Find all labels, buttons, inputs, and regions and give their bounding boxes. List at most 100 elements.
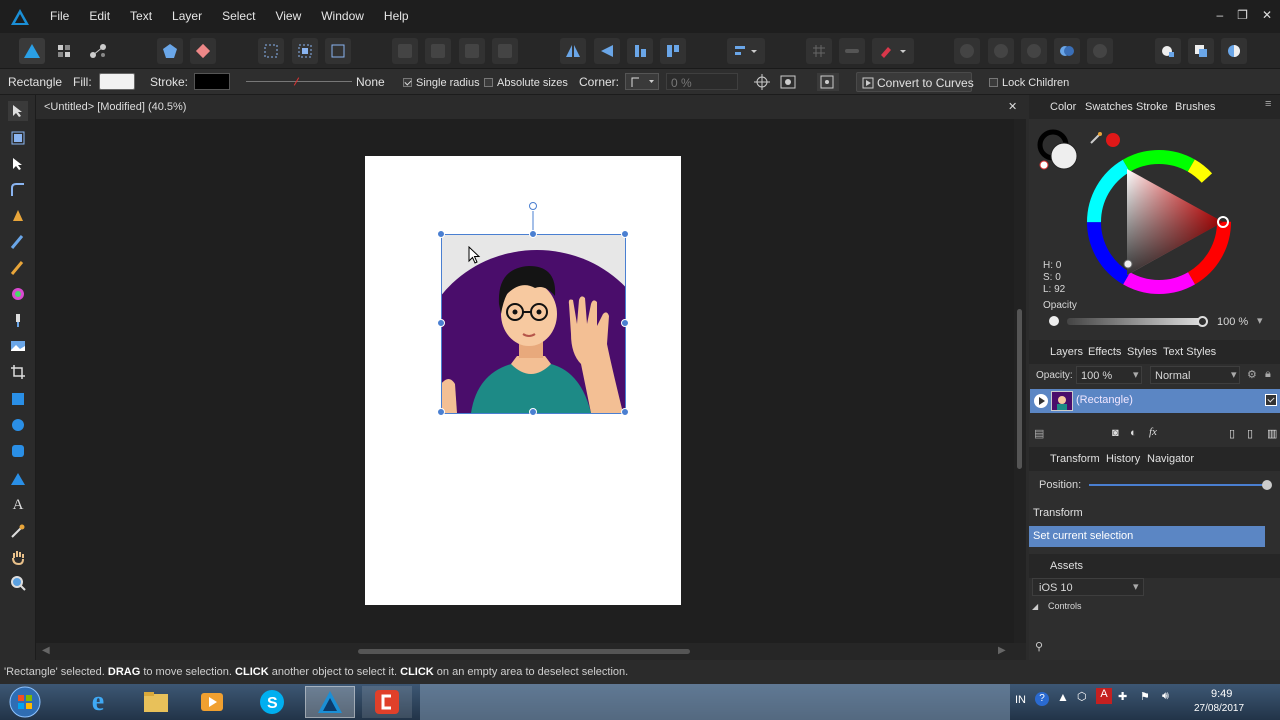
close-document-icon[interactable]: ✕ xyxy=(1008,100,1017,113)
arrange-back-icon[interactable] xyxy=(392,38,418,64)
affinity-designer-taskbar-icon[interactable] xyxy=(305,686,355,718)
tray-app-icon[interactable]: ⬡ xyxy=(1077,690,1087,703)
layer-visibility-checkbox[interactable] xyxy=(1265,394,1277,406)
tab-transform[interactable]: Transform xyxy=(1050,453,1100,465)
ellipse-tool-icon[interactable] xyxy=(8,415,28,435)
tab-styles[interactable]: Styles xyxy=(1127,346,1157,358)
corner-type-dropdown[interactable] xyxy=(625,73,659,90)
boolean-divide-icon[interactable] xyxy=(1087,38,1113,64)
flip-horizontal-icon[interactable] xyxy=(560,38,586,64)
corner-tool-icon[interactable] xyxy=(8,180,28,200)
rotation-handle[interactable] xyxy=(529,202,537,210)
export-persona-icon[interactable] xyxy=(85,38,111,64)
snapping-magnet-icon[interactable] xyxy=(872,38,914,64)
single-radius-checkbox[interactable]: Single radius xyxy=(403,75,480,89)
flag-icon[interactable]: ⚑ xyxy=(1140,690,1150,703)
lock-icon[interactable]: 🔒︎ xyxy=(1265,368,1271,381)
boolean-intersect-icon[interactable] xyxy=(1021,38,1047,64)
menu-select[interactable]: Select xyxy=(212,0,265,33)
resize-handle-left[interactable] xyxy=(437,319,445,327)
resize-handle-right[interactable] xyxy=(621,319,629,327)
hand-tool-icon[interactable] xyxy=(8,547,28,567)
menu-edit[interactable]: Edit xyxy=(79,0,120,33)
history-position-slider[interactable] xyxy=(1089,484,1267,486)
scroll-right-icon[interactable]: ▶ xyxy=(998,645,1006,656)
layer-opacity-dropdown[interactable]: 100 % ▾ xyxy=(1076,366,1142,384)
vector-brush-tool-icon[interactable] xyxy=(8,258,28,278)
layer-stack-icon[interactable]: ▤ xyxy=(1034,427,1044,440)
rotate-shape-icon[interactable] xyxy=(190,38,216,64)
menu-help[interactable]: Help xyxy=(374,0,419,33)
tab-effects[interactable]: Effects xyxy=(1088,346,1121,358)
resize-handle-bottom[interactable] xyxy=(529,408,537,416)
layer-row-rectangle[interactable]: (Rectangle) xyxy=(1030,389,1280,413)
target-icon[interactable] xyxy=(753,73,773,91)
designer-persona-icon[interactable] xyxy=(19,38,45,64)
close-button[interactable]: ✕ xyxy=(1262,0,1272,30)
horizontal-scroll-thumb[interactable] xyxy=(358,649,690,654)
media-player-icon[interactable] xyxy=(187,686,237,718)
recent-color-swatch[interactable] xyxy=(1106,133,1120,147)
artboard-tool-icon[interactable] xyxy=(8,128,28,148)
pdf-tray-icon[interactable]: A xyxy=(1096,688,1112,704)
duplicate-layer-icon[interactable]: ▯ xyxy=(1247,427,1253,440)
boolean-xor-icon[interactable] xyxy=(1054,38,1080,64)
help-icon[interactable]: ? xyxy=(1035,692,1049,706)
search-icon[interactable]: ⚲ xyxy=(1035,640,1043,653)
file-explorer-icon[interactable] xyxy=(131,686,181,718)
opacity-dropdown-icon[interactable]: ▾ xyxy=(1257,314,1263,327)
trash-icon[interactable]: ▥ xyxy=(1267,427,1277,440)
fill-stroke-selector[interactable] xyxy=(1037,129,1083,171)
flip-vertical-icon[interactable] xyxy=(594,38,620,64)
tab-swatches[interactable]: Swatches xyxy=(1085,101,1133,113)
pentagon-icon[interactable] xyxy=(157,38,183,64)
stroke-swatch[interactable] xyxy=(194,73,230,90)
grid-icon[interactable] xyxy=(806,38,832,64)
pixel-persona-icon[interactable] xyxy=(51,38,77,64)
layer-name[interactable]: (Rectangle) xyxy=(1076,394,1133,406)
absolute-sizes-checkbox[interactable]: Absolute sizes xyxy=(484,75,568,89)
transform-origin-icon[interactable] xyxy=(817,73,839,91)
insert-inside-icon[interactable] xyxy=(1155,38,1181,64)
corner-radius-input[interactable]: 0 % xyxy=(666,73,738,90)
add-layer-icon[interactable]: ▯ xyxy=(1229,427,1235,440)
color-wheel[interactable] xyxy=(1084,147,1234,297)
move-tool-icon[interactable] xyxy=(8,101,28,121)
tab-color[interactable]: Color xyxy=(1050,101,1076,113)
boolean-subtract-icon[interactable] xyxy=(988,38,1014,64)
mask-icon[interactable]: ◙ xyxy=(1112,427,1119,439)
boolean-add-icon[interactable] xyxy=(954,38,980,64)
adjustment-icon[interactable]: ◐ xyxy=(1130,427,1137,439)
opacity-slider[interactable] xyxy=(1067,318,1201,325)
rounded-rectangle-tool-icon[interactable] xyxy=(8,441,28,461)
insert-top-icon[interactable] xyxy=(1221,38,1247,64)
volume-icon[interactable]: 🔊︎ xyxy=(1162,690,1169,703)
history-item-selected[interactable]: Set current selection xyxy=(1029,526,1265,547)
clock-date[interactable]: 27/08/2017 xyxy=(1194,703,1244,714)
menu-text[interactable]: Text xyxy=(120,0,162,33)
scroll-left-icon[interactable]: ◀ xyxy=(42,645,50,656)
select-inverse-icon[interactable] xyxy=(292,38,318,64)
fill-tool-icon[interactable] xyxy=(8,284,28,304)
asset-group-label[interactable]: Controls xyxy=(1048,601,1082,611)
menu-window[interactable]: Window xyxy=(311,0,374,33)
horizontal-scrollbar[interactable]: ◀ ▶ xyxy=(36,643,1026,660)
resize-handle-bottom-right[interactable] xyxy=(621,408,629,416)
crop-tool-icon[interactable] xyxy=(8,362,28,382)
lock-children-checkbox[interactable]: Lock Children xyxy=(989,75,1069,89)
vertical-scroll-thumb[interactable] xyxy=(1017,309,1022,469)
tab-layers[interactable]: Layers xyxy=(1050,346,1083,358)
fx-icon[interactable]: fx xyxy=(1149,426,1157,438)
triangle-tool-icon[interactable] xyxy=(8,469,28,489)
rectangle-tool-icon[interactable] xyxy=(8,389,28,409)
zoom-tool-icon[interactable] xyxy=(8,573,28,593)
arrange-front-icon[interactable] xyxy=(492,38,518,64)
text-tool-icon[interactable]: A xyxy=(8,495,28,515)
arrange-backward-icon[interactable] xyxy=(425,38,451,64)
resize-handle-top[interactable] xyxy=(529,230,537,238)
menu-view[interactable]: View xyxy=(265,0,311,33)
tab-assets[interactable]: Assets xyxy=(1050,560,1083,572)
start-button-icon[interactable] xyxy=(0,686,50,718)
tab-navigator[interactable]: Navigator xyxy=(1147,453,1194,465)
resize-handle-bottom-left[interactable] xyxy=(437,408,445,416)
